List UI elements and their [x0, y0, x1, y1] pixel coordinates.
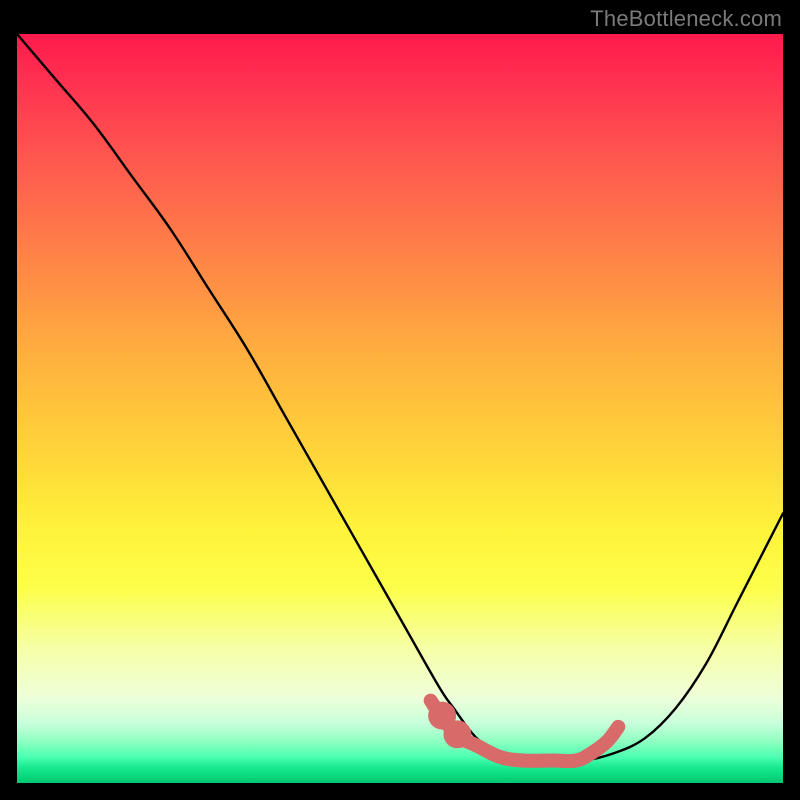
optimal-range-dots [428, 702, 471, 749]
marker-dot [443, 720, 471, 748]
chart-frame [17, 34, 783, 783]
chart-svg [17, 34, 783, 783]
bottleneck-curve [17, 34, 783, 761]
watermark-text: TheBottleneck.com [590, 6, 782, 32]
